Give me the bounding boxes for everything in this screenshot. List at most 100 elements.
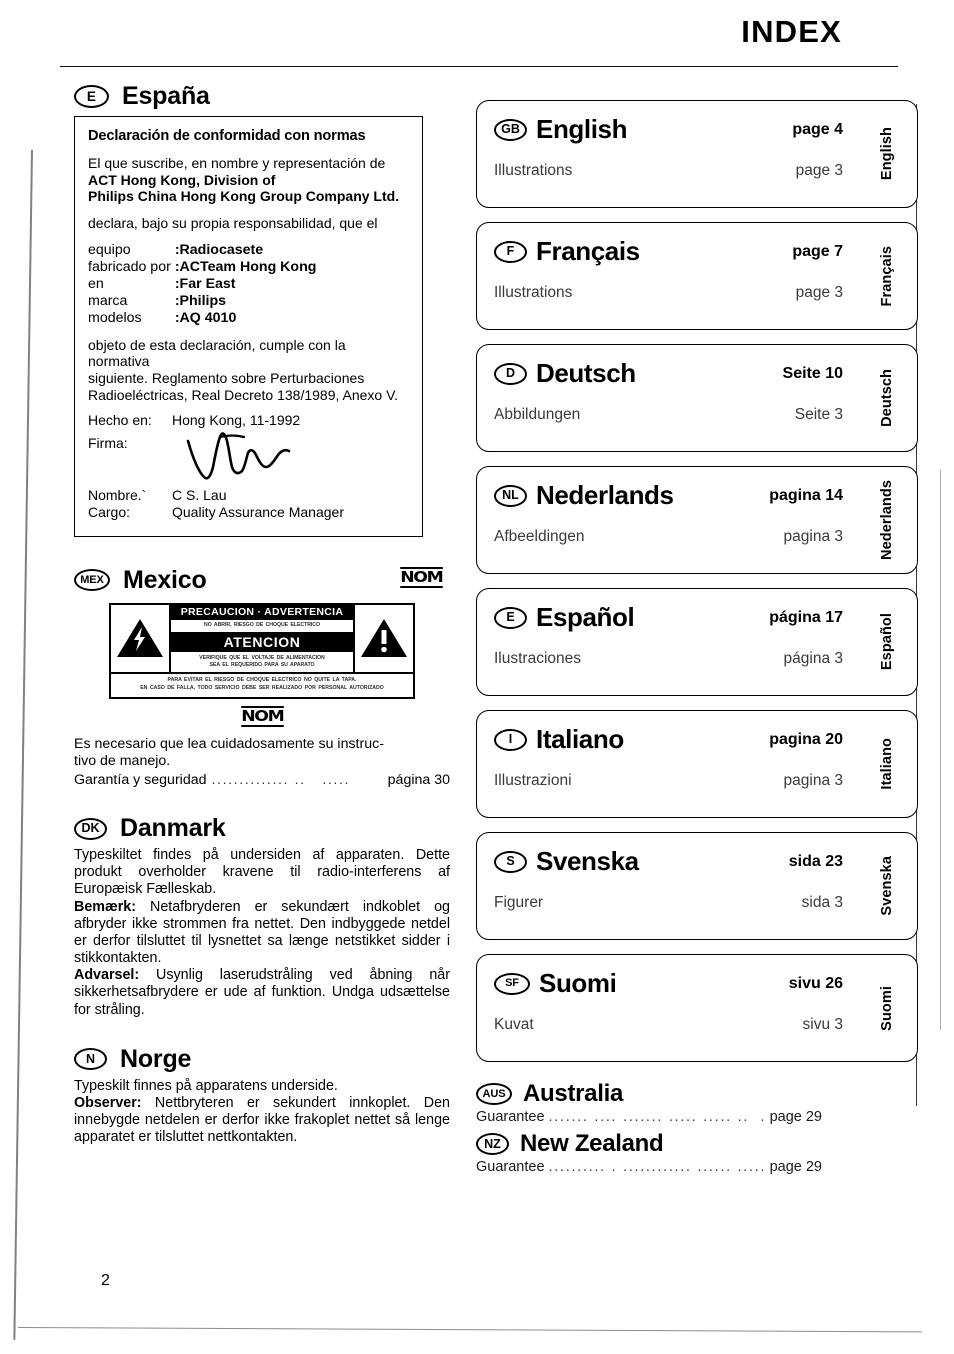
norge-paragraph-text: Typeskilt finnes på apparatens underside…: [74, 1077, 338, 1094]
declaration-declares-text: declara, bajo su propia responsabilidad,…: [88, 214, 378, 231]
warning-footer-line1: PARA EVITAR EL RIESGO DE CHOQUE ELECTRIC…: [167, 677, 357, 684]
danmark-lead: Advarsel:: [74, 967, 140, 984]
country-name-australia: Australia: [523, 1080, 624, 1107]
exclamation-mark-icon: [361, 619, 407, 658]
signatory-role-row: Cargo: Quality Assurance Manager: [88, 504, 409, 521]
section-danmark: DK Danmark Typeskiltet findes på undersi…: [74, 814, 450, 1019]
language-side-tab: Italiano: [857, 711, 917, 817]
field-key: en: [88, 275, 104, 292]
language-card-italiano[interactable]: I Italiano pagina 20 Illustrazioni pagin…: [476, 710, 918, 818]
field-key: modelos: [88, 309, 142, 326]
language-side-tab-label: Svenska: [879, 856, 895, 916]
table-row: fabricado por :ACTeam Hong Kong: [88, 259, 316, 276]
language-card-content: S Svenska sida 23 Figurer sida 3: [477, 833, 857, 939]
country-code-badge-sf: SF: [494, 972, 530, 995]
warning-label-center: PRECAUCION · ADVERTENCIA NO ABRIR, RIESG…: [171, 604, 353, 673]
nom-logo-bottom: NOM: [74, 705, 450, 727]
page-title: INDEX: [741, 14, 842, 49]
language-card-suomi[interactable]: SF Suomi sivu 26 Kuvat sivu 3 Suomi: [476, 954, 918, 1062]
country-code-badge-nl: NL: [494, 484, 527, 507]
language-card-header: F Français page 7: [494, 236, 843, 267]
declaration-intro-text: El que suscribe, en nombre y representac…: [88, 155, 386, 171]
electrical-warning-label: PRECAUCION · ADVERTENCIA NO ABRIR, RIESG…: [109, 602, 415, 699]
danmark-paragraph: Bemærk: Netafbryderen er sekundært indko…: [74, 899, 450, 968]
warning-sub-attention: VERIFIQUE QUE EL VOLTAJE DE ALIMENTACION…: [171, 652, 353, 672]
illustrations-page-reference: sida 3: [801, 894, 843, 911]
mexico-note-line1: Es necesario que lea cuidadosamente su i…: [74, 735, 384, 752]
danmark-lead: Bemærk:: [74, 898, 136, 915]
exclamation-triangle-cell: [353, 604, 413, 673]
illustrations-label: Kuvat: [494, 1016, 534, 1033]
nom-logo-top: NOM: [400, 566, 444, 588]
guarantee-page: page 29: [769, 1109, 822, 1125]
country-code-badge-s: S: [494, 850, 527, 873]
declaration-regulation-line3: Radioeléctricas, Real Decreto 138/1989, …: [88, 386, 399, 403]
declaration-intro: El que suscribe, en nombre y representac…: [88, 155, 409, 205]
illustrations-page-reference: página 3: [783, 650, 843, 667]
new-zealand-guarantee-line: Guarantee .......... . ............ ....…: [476, 1159, 822, 1175]
language-side-tab-label: Italiano: [879, 738, 895, 790]
norge-body: Typeskilt finnes på apparatens underside…: [74, 1078, 450, 1147]
danmark-paragraph: Advarsel: Usynlig laserudstråling ved åb…: [74, 967, 450, 1018]
language-card-header: S Svenska sida 23: [494, 846, 843, 877]
guarantee-page: page 29: [769, 1159, 822, 1175]
language-card-svenska[interactable]: S Svenska sida 23 Figurer sida 3 Svenska: [476, 832, 918, 940]
language-side-tab: Français: [857, 223, 917, 329]
language-card-subrow: Afbeeldingen pagina 3: [494, 528, 843, 546]
language-card-subrow: Illustrazioni pagina 3: [494, 772, 843, 790]
warning-sub-attention-line1: VERIFIQUE QUE EL VOLTAJE DE ALIMENTACION: [199, 654, 325, 661]
language-page-reference: pagina 14: [769, 486, 843, 504]
guarantee-label: Guarantee: [476, 1159, 545, 1175]
field-value: :Radiocasete: [174, 241, 264, 258]
language-page-reference: sivu 26: [788, 974, 843, 992]
language-name: Deutsch: [536, 358, 636, 388]
language-card-francais[interactable]: F Français page 7 Illustrations page 3 F…: [476, 222, 918, 330]
table-row: modelos :AQ 4010: [88, 310, 316, 327]
language-card-subrow: Ilustraciones página 3: [494, 650, 843, 668]
language-card-header: I Italiano pagina 20: [494, 724, 843, 755]
country-code-badge-e: E: [494, 606, 527, 629]
language-card-espanol[interactable]: E Español página 17 Ilustraciones página…: [476, 588, 918, 696]
guarantee-label: Guarantee: [476, 1109, 545, 1125]
norge-heading: N Norge: [74, 1045, 450, 1074]
guarantee-entries: AUS Australia Guarantee ....... .... ...…: [476, 1080, 918, 1175]
danmark-paragraph: Typeskiltet findes på undersiden af appa…: [74, 847, 450, 898]
language-card-english[interactable]: GB English page 4 Illustrations page 3 E…: [476, 100, 918, 208]
country-name-mexico: Mexico: [123, 565, 207, 594]
danmark-paragraph-text: Typeskiltet findes på undersiden af appa…: [74, 847, 450, 898]
language-name: Suomi: [539, 968, 617, 998]
language-card-header: SF Suomi sivu 26: [494, 968, 843, 999]
guarantee-page: página 30: [387, 772, 450, 789]
scan-artifact-right-edge: [940, 470, 942, 1030]
new-zealand-heading: NZ New Zealand: [476, 1130, 918, 1158]
table-row: equipo :Radiocasete: [88, 242, 316, 259]
language-side-tab: English: [857, 101, 917, 207]
field-key: fabricado por: [88, 258, 171, 275]
language-card-deutsch[interactable]: D Deutsch Seite 10 Abbildungen Seite 3 D…: [476, 344, 918, 452]
field-key: marca: [88, 292, 128, 309]
language-card-subrow: Abbildungen Seite 3: [494, 406, 843, 424]
illustrations-page-reference: Seite 3: [794, 406, 843, 423]
field-value: :ACTeam Hong Kong: [174, 258, 317, 275]
language-card-content: GB English page 4 Illustrations page 3: [477, 101, 857, 207]
norge-paragraph: Typeskilt finnes på apparatens underside…: [74, 1078, 450, 1095]
language-card-nederlands[interactable]: NL Nederlands pagina 14 Afbeeldingen pag…: [476, 466, 918, 574]
country-code-badge-mex: MEX: [74, 569, 110, 592]
declaration-fields-table: equipo :Radiocasete fabricado por :ACTea…: [88, 242, 316, 327]
language-side-tab: Suomi: [857, 955, 917, 1061]
scan-artifact-left-edge: [13, 149, 33, 1340]
language-name: Français: [536, 236, 640, 266]
country-code-badge-d: D: [494, 362, 527, 385]
language-card-content: D Deutsch Seite 10 Abbildungen Seite 3: [477, 345, 857, 451]
language-name: Svenska: [536, 846, 639, 876]
illustrations-label: Figurer: [494, 894, 544, 911]
declaration-of-conformity-box: Declaración de conformidad con normas El…: [74, 116, 423, 537]
right-column: GB English page 4 Illustrations page 3 E…: [476, 100, 918, 1180]
table-row: en :Far East: [88, 276, 316, 293]
language-name: English: [536, 114, 628, 144]
language-card-header: GB English page 4: [494, 114, 843, 145]
language-page-reference: page 7: [792, 242, 843, 260]
language-card-content: F Français page 7 Illustrations page 3: [477, 223, 857, 329]
signature-label: Firma:: [88, 435, 128, 452]
entry-australia: AUS Australia Guarantee ....... .... ...…: [476, 1080, 918, 1125]
